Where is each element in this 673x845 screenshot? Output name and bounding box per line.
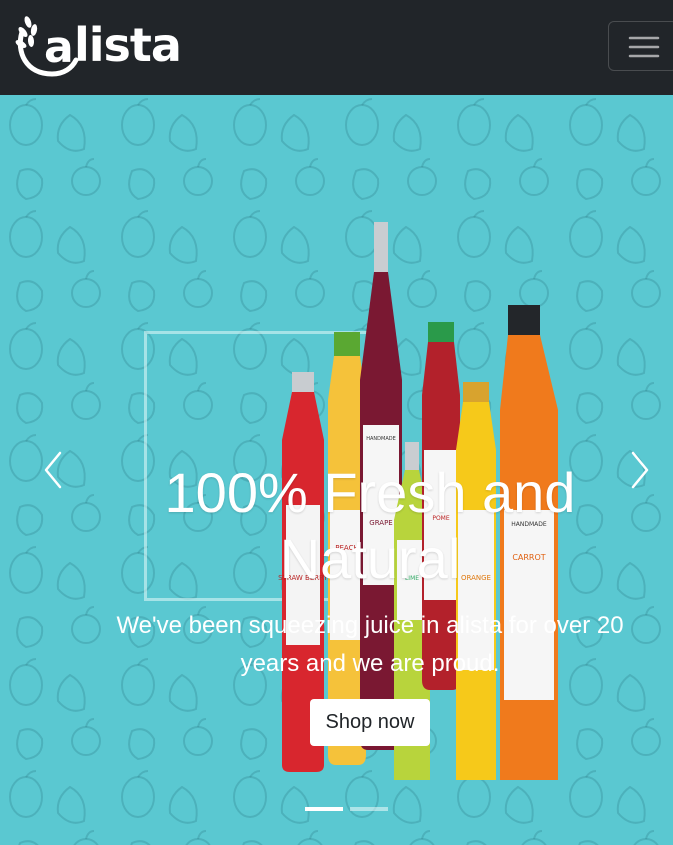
hero-carousel: STRAW BERRY PEACH GRAPE HANDMADE LIME PO… — [0, 95, 673, 845]
svg-text:a: a — [44, 22, 74, 73]
carousel-caption: 100% Fresh and Natural We've been squeez… — [110, 460, 630, 746]
slide-title: 100% Fresh and Natural — [164, 461, 576, 590]
brand-logo[interactable]: a lista — [14, 10, 182, 80]
chevron-left-icon — [44, 451, 62, 489]
wheat-logo-icon: a — [15, 16, 79, 77]
carousel-indicator-2[interactable] — [350, 807, 388, 811]
navbar: a lista — [0, 0, 673, 95]
carousel-indicator-1[interactable] — [305, 807, 343, 811]
shop-now-button[interactable]: Shop now — [309, 699, 431, 746]
navbar-toggler-button[interactable] — [608, 21, 673, 71]
slide-text: We've been squeezing juice in alista for… — [116, 612, 624, 677]
brand-name: lista — [74, 18, 182, 72]
svg-text:HANDMADE: HANDMADE — [366, 436, 396, 442]
carousel-prev-button[interactable] — [32, 445, 72, 495]
hamburger-menu-icon — [628, 36, 660, 58]
carousel-indicators — [0, 807, 673, 813]
